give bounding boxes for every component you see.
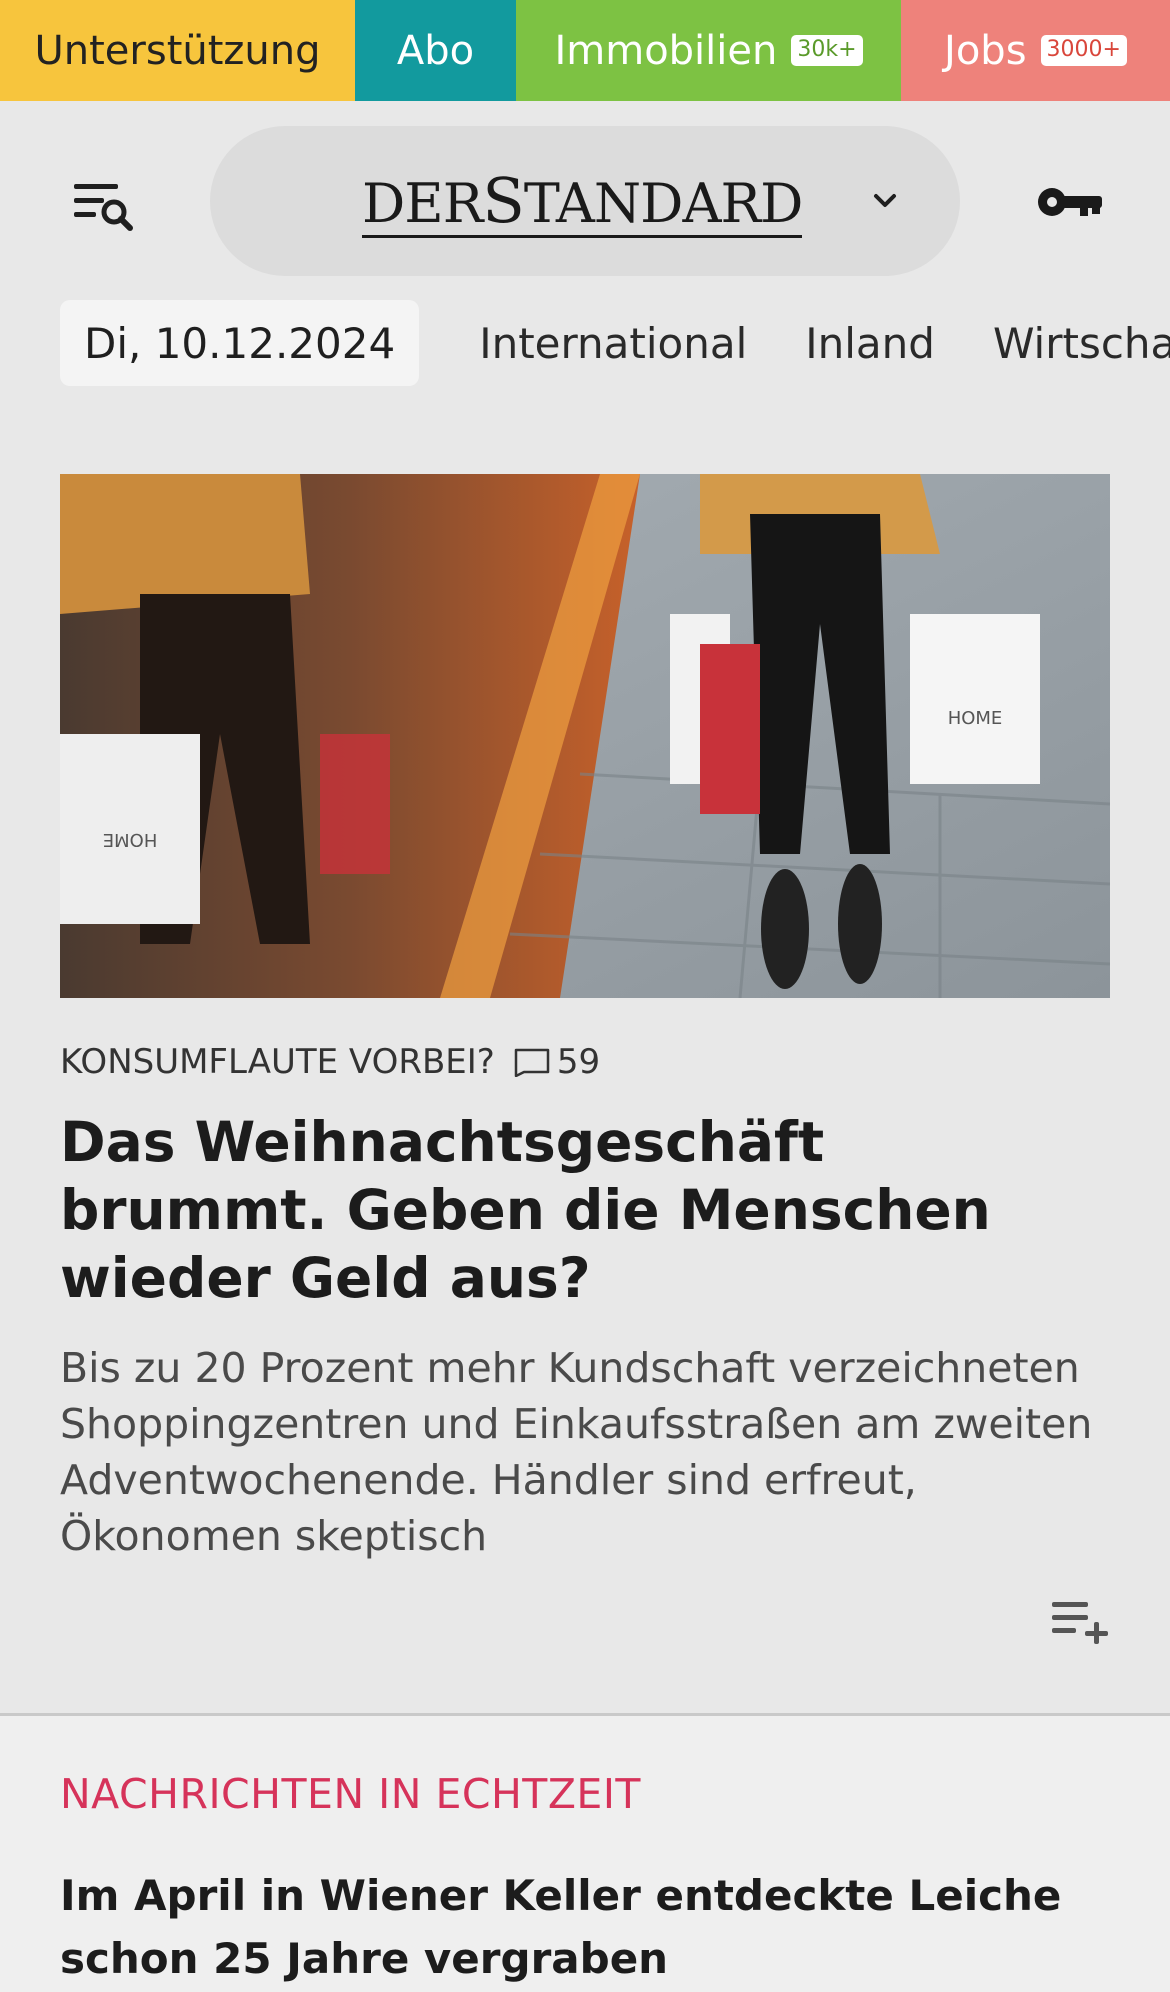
immobilien-badge: 30k+ — [791, 35, 863, 66]
jobs-label: Jobs — [944, 27, 1027, 74]
comments-link[interactable]: 59 — [513, 1042, 600, 1082]
key-icon[interactable] — [1036, 180, 1106, 224]
chevron-down-icon — [870, 186, 900, 216]
article-teaser: Bis zu 20 Prozent mehr Kundschaft verzei… — [60, 1344, 1093, 1560]
logo-tandard: TANDARD — [523, 172, 804, 235]
logo: DERSTANDARD — [362, 168, 804, 239]
comment-count: 59 — [556, 1042, 601, 1082]
article-headline[interactable]: Das Weihnachtsgeschäft brummt. Geben die… — [60, 1108, 1110, 1312]
article-image[interactable]: HOME HOME — [60, 474, 1110, 998]
jobs-badge: 3000+ — [1040, 35, 1127, 66]
tab-international[interactable]: International — [479, 319, 747, 368]
logo-s: S — [482, 164, 524, 237]
abo-label: Abo — [396, 27, 475, 74]
jobs-link[interactable]: Jobs 3000+ — [901, 0, 1170, 101]
tab-wirtschaft[interactable]: Wirtscha — [993, 319, 1170, 368]
live-news-title[interactable]: NACHRICHTEN IN ECHTZEIT — [60, 1770, 641, 1818]
menu-search-icon[interactable] — [70, 178, 140, 238]
date-chip[interactable]: Di, 10.12.2024 — [60, 300, 420, 386]
immobilien-link[interactable]: Immobilien 30k+ — [516, 0, 901, 101]
section-nav: Di, 10.12.2024 International Inland Wirt… — [60, 300, 1170, 386]
logo-edition-selector[interactable]: DERSTANDARD — [210, 126, 960, 276]
immobilien-label: Immobilien — [554, 27, 778, 74]
article-kicker-row: KONSUMFLAUTE VORBEI? 59 — [60, 1042, 600, 1082]
support-link[interactable]: Unterstützung — [0, 0, 355, 101]
comment-icon — [514, 1048, 550, 1077]
live-news-headline[interactable]: Im April in Wiener Keller entdeckte Leic… — [60, 1864, 1120, 1990]
support-label: Unterstützung — [34, 27, 321, 74]
tab-inland[interactable]: Inland — [805, 319, 935, 368]
abo-link[interactable]: Abo — [355, 0, 516, 101]
add-to-list-icon[interactable] — [1050, 1598, 1112, 1646]
logo-der: DER — [362, 172, 483, 235]
article-kicker: KONSUMFLAUTE VORBEI? — [60, 1042, 495, 1082]
svg-text:HOME: HOME — [103, 829, 158, 850]
live-news-section: NACHRICHTEN IN ECHTZEIT Im April in Wien… — [0, 1716, 1170, 1992]
service-bar: Unterstützung Abo Immobilien 30k+ Jobs 3… — [0, 0, 1170, 101]
svg-text:HOME: HOME — [948, 708, 1003, 729]
